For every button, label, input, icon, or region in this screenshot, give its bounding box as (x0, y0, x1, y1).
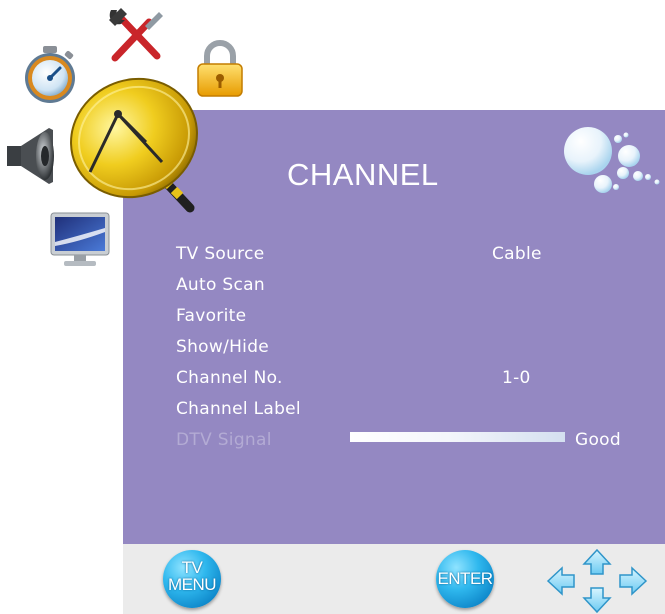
bubbles-icon (564, 127, 660, 193)
tv-source-value: Cable (492, 244, 542, 264)
satellite-dish-icon[interactable] (64, 68, 204, 214)
menu-item-channel-no[interactable]: Channel No. (176, 368, 283, 388)
menu-item-tv-source[interactable]: TV Source (176, 244, 265, 264)
tv-menu-label-top: TV (181, 558, 203, 577)
signal-strength-bar (350, 432, 565, 442)
arrow-pad-icon[interactable] (546, 548, 648, 614)
enter-button-label: ENTER (437, 569, 493, 588)
dtv-signal-value: Good (575, 430, 621, 450)
menu-item-favorite[interactable]: Favorite (176, 306, 246, 326)
menu-item-show-hide[interactable]: Show/Hide (176, 337, 269, 357)
monitor-icon[interactable] (50, 212, 110, 268)
tools-icon[interactable] (105, 6, 167, 66)
speaker-icon[interactable] (5, 126, 57, 186)
menu-title: CHANNEL (287, 157, 439, 192)
channel-no-value: 1-0 (502, 368, 531, 388)
menu-item-channel-label[interactable]: Channel Label (176, 399, 301, 419)
menu-item-dtv-signal: DTV Signal (176, 430, 272, 450)
tv-menu-button[interactable]: TV MENU (163, 550, 221, 608)
tv-menu-label-bottom: MENU (167, 575, 217, 594)
menu-item-auto-scan[interactable]: Auto Scan (176, 275, 265, 295)
enter-button[interactable]: ENTER (436, 550, 494, 608)
